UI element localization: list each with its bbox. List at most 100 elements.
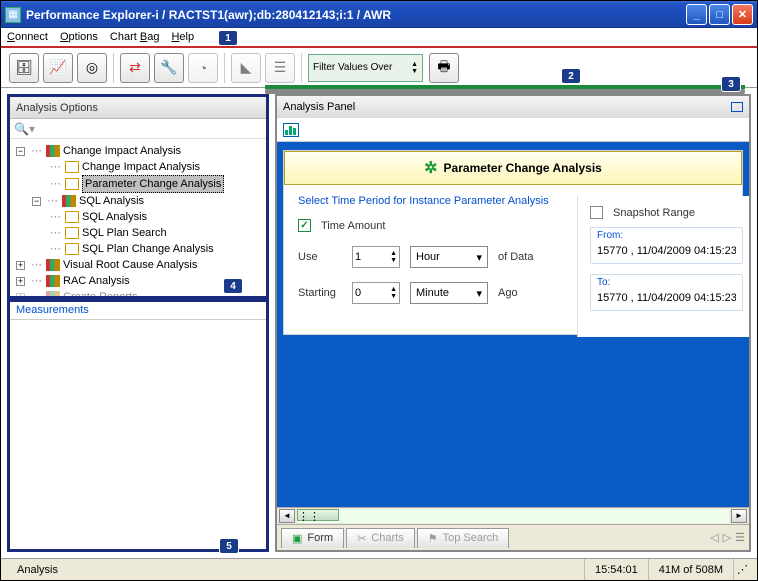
menu-options[interactable]: Options bbox=[60, 31, 98, 43]
bars-icon bbox=[46, 275, 60, 287]
starting-label: Starting bbox=[298, 287, 342, 299]
horizontal-scrollbar[interactable]: ◄ ⋮⋮ ► bbox=[277, 507, 749, 524]
menu-chart-bag[interactable]: Chart Bag bbox=[110, 31, 160, 43]
tree-node-change-impact-child[interactable]: ⋯Change Impact Analysis bbox=[12, 159, 264, 175]
doc-icon bbox=[65, 211, 79, 223]
toolbar-btn-db[interactable]: 🗄 bbox=[9, 53, 39, 83]
snapshot-range-label: Snapshot Range bbox=[613, 207, 695, 219]
doc-icon bbox=[65, 227, 79, 239]
tree-node-visual-root[interactable]: +⋯Visual Root Cause Analysis bbox=[12, 257, 264, 273]
status-time: 15:54:01 bbox=[584, 559, 648, 580]
minimize-button[interactable]: _ bbox=[686, 4, 707, 25]
tree-node-sql[interactable]: −⋯SQL Analysis bbox=[12, 193, 264, 209]
from-value: 15770 , 11/04/2009 04:15:23 bbox=[597, 241, 736, 257]
app-icon: ▦ bbox=[5, 7, 21, 23]
callout-badge-2: 2 bbox=[561, 68, 581, 84]
starting-amount-input[interactable]: 0▲▼ bbox=[352, 282, 400, 304]
panel-maximize-icon[interactable] bbox=[731, 102, 743, 112]
status-memory: 41M of 508M bbox=[648, 559, 733, 580]
tab-nav-next[interactable]: ▷ bbox=[723, 531, 731, 544]
toolbar-btn-target[interactable]: ◎ bbox=[77, 53, 107, 83]
maximize-button[interactable]: □ bbox=[709, 4, 730, 25]
filter-values-combo[interactable]: Filter Values Over ▲▼ bbox=[308, 54, 423, 82]
bars-icon bbox=[46, 145, 60, 157]
callout-badge-3: 3 bbox=[721, 76, 741, 92]
analysis-tree: −⋯Change Impact Analysis ⋯Change Impact … bbox=[10, 139, 266, 296]
scroll-right-button[interactable]: ► bbox=[731, 509, 747, 523]
bars-icon bbox=[46, 291, 60, 296]
window-title: Performance Explorer-i / RACTST1(awr);db… bbox=[26, 8, 686, 22]
starting-unit-select[interactable]: Minute▾ bbox=[410, 282, 488, 304]
toolbar: 🗄 📈 ◎ ⇄ 🔧 ◔ ◣ ☰ Filter Values Over ▲▼ 🖶 bbox=[1, 48, 757, 88]
analysis-panel: Analysis Panel ✲ Parameter Change Analys… bbox=[275, 94, 751, 552]
filter-spinner[interactable]: ▲▼ bbox=[411, 61, 418, 75]
tree-node-sql-child[interactable]: ⋯SQL Analysis bbox=[12, 209, 264, 225]
to-value: 15770 , 11/04/2009 04:15:23 bbox=[597, 288, 736, 304]
doc-icon bbox=[65, 243, 79, 255]
measurements-header: Measurements bbox=[10, 302, 266, 320]
to-field[interactable]: To: 15770 , 11/04/2009 04:15:23 bbox=[590, 274, 743, 311]
menu-help[interactable]: Help bbox=[171, 31, 194, 43]
callout-badge-5: 5 bbox=[219, 538, 239, 554]
tab-charts[interactable]: ✂Charts bbox=[346, 528, 415, 548]
form-title-text: Parameter Change Analysis bbox=[444, 161, 602, 175]
from-field[interactable]: From: 15770 , 11/04/2009 04:15:23 bbox=[590, 227, 743, 264]
grey-accent-bar bbox=[265, 89, 745, 94]
doc-icon bbox=[65, 161, 79, 173]
callout-badge-4: 4 bbox=[223, 278, 243, 294]
filter-label: Filter Values Over bbox=[313, 62, 392, 73]
from-label: From: bbox=[597, 230, 736, 241]
chart-icon[interactable] bbox=[283, 123, 299, 137]
scroll-track[interactable]: ⋮⋮ bbox=[297, 509, 729, 523]
use-amount-input[interactable]: 1▲▼ bbox=[352, 246, 400, 268]
status-grip: ⋰ bbox=[733, 559, 751, 580]
content-area: Analysis Options 🔍▾ −⋯Change Impact Anal… bbox=[1, 88, 757, 558]
app-window: ▦ Performance Explorer-i / RACTST1(awr);… bbox=[0, 0, 758, 581]
analysis-panel-header: Analysis Panel bbox=[277, 96, 749, 118]
use-label: Use bbox=[298, 251, 342, 263]
menu-connect[interactable]: CConnectonnect bbox=[7, 31, 48, 43]
of-data-label: of Data bbox=[498, 251, 533, 263]
analysis-panel-toolrow bbox=[277, 118, 749, 142]
scroll-left-button[interactable]: ◄ bbox=[279, 509, 295, 523]
toolbar-btn-print[interactable]: 🖶 bbox=[429, 53, 459, 83]
tab-form[interactable]: ▣Form bbox=[281, 528, 344, 548]
bars-icon bbox=[46, 259, 60, 271]
status-mode: Analysis bbox=[7, 559, 584, 580]
doc-icon bbox=[65, 178, 79, 190]
toolbar-btn-chart[interactable]: 📈 bbox=[43, 53, 73, 83]
tree-node-change-impact[interactable]: −⋯Change Impact Analysis bbox=[12, 143, 264, 159]
measurements-panel: Measurements bbox=[7, 299, 269, 552]
tree-node-parameter-change[interactable]: ⋯Parameter Change Analysis bbox=[12, 175, 264, 193]
toolbar-btn-flow[interactable]: ⇄ bbox=[120, 53, 150, 83]
snapshot-range-column: Snapshot Range From: 15770 , 11/04/2009 … bbox=[577, 196, 749, 337]
toolbar-btn-list[interactable]: ☰ bbox=[265, 53, 295, 83]
tree-node-sql-plan-change[interactable]: ⋯SQL Plan Change Analysis bbox=[12, 241, 264, 257]
callout-badge-1: 1 bbox=[218, 30, 238, 46]
analysis-panel-body: ✲ Parameter Change Analysis Select Time … bbox=[277, 142, 749, 507]
flag-icon: ⚑ bbox=[428, 532, 438, 545]
toolbar-btn-wrench[interactable]: 🔧 bbox=[154, 53, 184, 83]
gear-icon: ✲ bbox=[424, 158, 437, 178]
close-button[interactable]: ✕ bbox=[732, 4, 753, 25]
use-unit-select[interactable]: Hour▾ bbox=[410, 246, 488, 268]
tab-nav: ◁ ▷ ☰ bbox=[710, 531, 745, 544]
scroll-thumb[interactable]: ⋮⋮ bbox=[297, 509, 339, 521]
time-amount-checkbox[interactable]: ✓ bbox=[298, 219, 311, 232]
toolbar-btn-brush[interactable]: ◔ bbox=[188, 53, 218, 83]
snapshot-range-checkbox[interactable] bbox=[590, 206, 603, 219]
bars-icon bbox=[62, 195, 76, 207]
titlebar: ▦ Performance Explorer-i / RACTST1(awr);… bbox=[1, 1, 757, 28]
tab-nav-prev[interactable]: ◁ bbox=[710, 531, 718, 544]
tree-search[interactable]: 🔍▾ bbox=[10, 119, 266, 139]
tab-nav-menu[interactable]: ☰ bbox=[735, 531, 745, 544]
analysis-panel-title: Analysis Panel bbox=[283, 101, 355, 113]
menubar: CConnectonnect Options Chart Bag Help bbox=[1, 28, 757, 48]
time-amount-label: Time Amount bbox=[321, 220, 385, 232]
tree-node-sql-plan[interactable]: ⋯SQL Plan Search bbox=[12, 225, 264, 241]
tab-top-search[interactable]: ⚑Top Search bbox=[417, 528, 510, 548]
analysis-options-panel: Analysis Options 🔍▾ −⋯Change Impact Anal… bbox=[7, 94, 269, 299]
to-label: To: bbox=[597, 277, 736, 288]
toolbar-btn-area[interactable]: ◣ bbox=[231, 53, 261, 83]
analysis-options-header: Analysis Options bbox=[10, 97, 266, 119]
